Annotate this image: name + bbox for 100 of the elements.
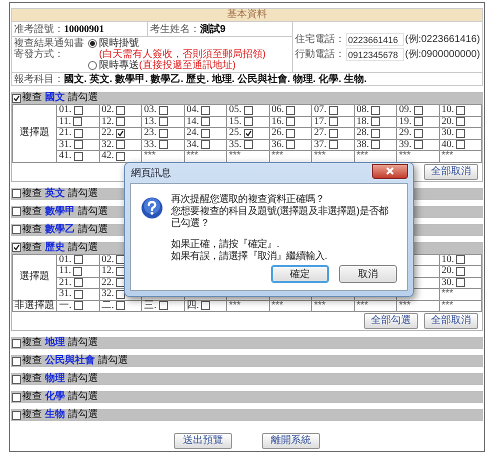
checkbox[interactable] <box>116 301 125 310</box>
question-number: 33. <box>144 140 156 150</box>
checkbox[interactable] <box>456 128 465 138</box>
checkbox[interactable] <box>12 374 21 384</box>
checkbox[interactable] <box>414 140 422 150</box>
checkbox[interactable] <box>12 243 21 252</box>
checkbox[interactable] <box>286 140 295 150</box>
bar-text: 複查 <box>22 242 42 252</box>
checkbox[interactable] <box>414 128 422 138</box>
button[interactable]: 全部取消 <box>424 313 478 329</box>
checkbox[interactable] <box>244 140 252 150</box>
checkbox[interactable] <box>244 117 252 126</box>
checkbox[interactable] <box>158 140 168 150</box>
checkbox[interactable] <box>201 128 210 138</box>
checkbox[interactable] <box>456 255 465 264</box>
checkbox[interactable] <box>371 117 380 126</box>
button[interactable]: 送出預覽 <box>174 433 232 449</box>
checkbox[interactable] <box>116 140 125 150</box>
checkbox[interactable] <box>74 106 82 115</box>
checkbox[interactable] <box>456 140 465 150</box>
checkbox[interactable] <box>116 106 125 115</box>
radio-button[interactable] <box>88 39 97 48</box>
checkbox[interactable] <box>74 140 82 150</box>
checkbox[interactable] <box>328 128 338 138</box>
checkbox[interactable] <box>371 128 380 138</box>
cell-text: *** <box>229 150 241 162</box>
checkbox[interactable] <box>456 278 465 288</box>
question-icon <box>141 197 163 219</box>
close-button[interactable] <box>372 164 408 178</box>
subject-link[interactable]: 英文 <box>45 188 65 198</box>
checkbox[interactable] <box>456 266 465 276</box>
bar-text: 請勾選 <box>68 242 98 252</box>
checkbox[interactable] <box>158 301 168 310</box>
checkbox[interactable] <box>116 128 125 138</box>
checkbox[interactable] <box>12 189 21 198</box>
checkbox[interactable] <box>74 290 82 299</box>
checkbox[interactable] <box>328 117 338 126</box>
button[interactable]: 全部取消 <box>424 164 478 180</box>
field-label: 行動電話： <box>295 49 345 60</box>
subject-link[interactable]: 物理 <box>45 374 65 384</box>
checkbox[interactable] <box>12 392 21 402</box>
subject-link[interactable]: 數學甲 <box>45 206 75 216</box>
dialog-button[interactable]: 取消 <box>339 265 397 283</box>
subject-link[interactable]: 生物 <box>45 410 65 420</box>
checkbox[interactable] <box>286 128 295 138</box>
checkbox[interactable] <box>371 140 380 150</box>
checkbox[interactable] <box>73 117 82 126</box>
question-number: 16. <box>272 116 284 127</box>
button[interactable]: 全部勾選 <box>364 313 418 329</box>
checkbox[interactable] <box>12 338 21 348</box>
subject-link[interactable]: 公民與社會 <box>45 356 95 366</box>
checkbox[interactable] <box>201 106 210 115</box>
checkbox[interactable] <box>12 207 21 216</box>
question-number: 四. <box>186 300 199 311</box>
checkbox[interactable] <box>12 356 21 366</box>
checkbox[interactable] <box>74 255 82 264</box>
subject-link[interactable]: 歷史 <box>45 242 65 252</box>
checkbox[interactable] <box>328 140 338 150</box>
checkbox[interactable] <box>12 410 21 420</box>
checkbox[interactable] <box>201 301 210 310</box>
subject-link[interactable]: 國文 <box>45 93 65 103</box>
checkbox[interactable] <box>74 278 82 288</box>
checkbox[interactable] <box>244 106 252 115</box>
checkbox[interactable] <box>73 266 82 276</box>
checkbox[interactable] <box>74 152 82 161</box>
checkbox[interactable] <box>201 117 210 126</box>
checkbox[interactable] <box>414 106 422 115</box>
bar-text: 請勾選 <box>68 93 98 103</box>
checkbox[interactable] <box>74 128 82 138</box>
example-hint: (例:0900000000) <box>405 49 480 60</box>
checkbox[interactable] <box>201 140 210 150</box>
checkbox[interactable] <box>286 117 295 126</box>
checkbox[interactable] <box>74 301 82 310</box>
checkbox[interactable] <box>158 128 168 138</box>
checkbox[interactable] <box>414 117 422 126</box>
checkbox[interactable] <box>328 106 338 115</box>
bar-text: 請勾選 <box>68 188 98 198</box>
button[interactable]: 離開系統 <box>262 433 320 449</box>
checkbox[interactable] <box>116 117 125 126</box>
checkbox[interactable] <box>12 225 21 234</box>
checkbox[interactable] <box>116 290 125 299</box>
checkbox[interactable] <box>158 106 168 115</box>
subject-link[interactable]: 地理 <box>45 338 65 348</box>
checkbox[interactable] <box>12 94 21 102</box>
subject-link[interactable]: 化學 <box>45 392 65 402</box>
checkbox[interactable] <box>286 106 295 115</box>
checkbox[interactable] <box>371 106 380 115</box>
checkbox[interactable] <box>244 128 252 138</box>
question-number: 21. <box>59 278 72 288</box>
checkbox[interactable] <box>456 117 465 126</box>
phone-field[interactable]: 0912345678 <box>346 48 404 61</box>
subject-link[interactable]: 數學乙 <box>45 224 75 234</box>
checkbox[interactable] <box>158 117 168 126</box>
field-label: 准考證號： <box>14 24 64 34</box>
phone-field[interactable]: 0223661416 <box>346 33 404 46</box>
checkbox[interactable] <box>456 106 465 115</box>
dialog-button[interactable]: 確定 <box>271 265 329 283</box>
checkbox[interactable] <box>116 152 125 161</box>
question-number: 36. <box>272 140 284 150</box>
radio-button[interactable] <box>88 61 97 70</box>
